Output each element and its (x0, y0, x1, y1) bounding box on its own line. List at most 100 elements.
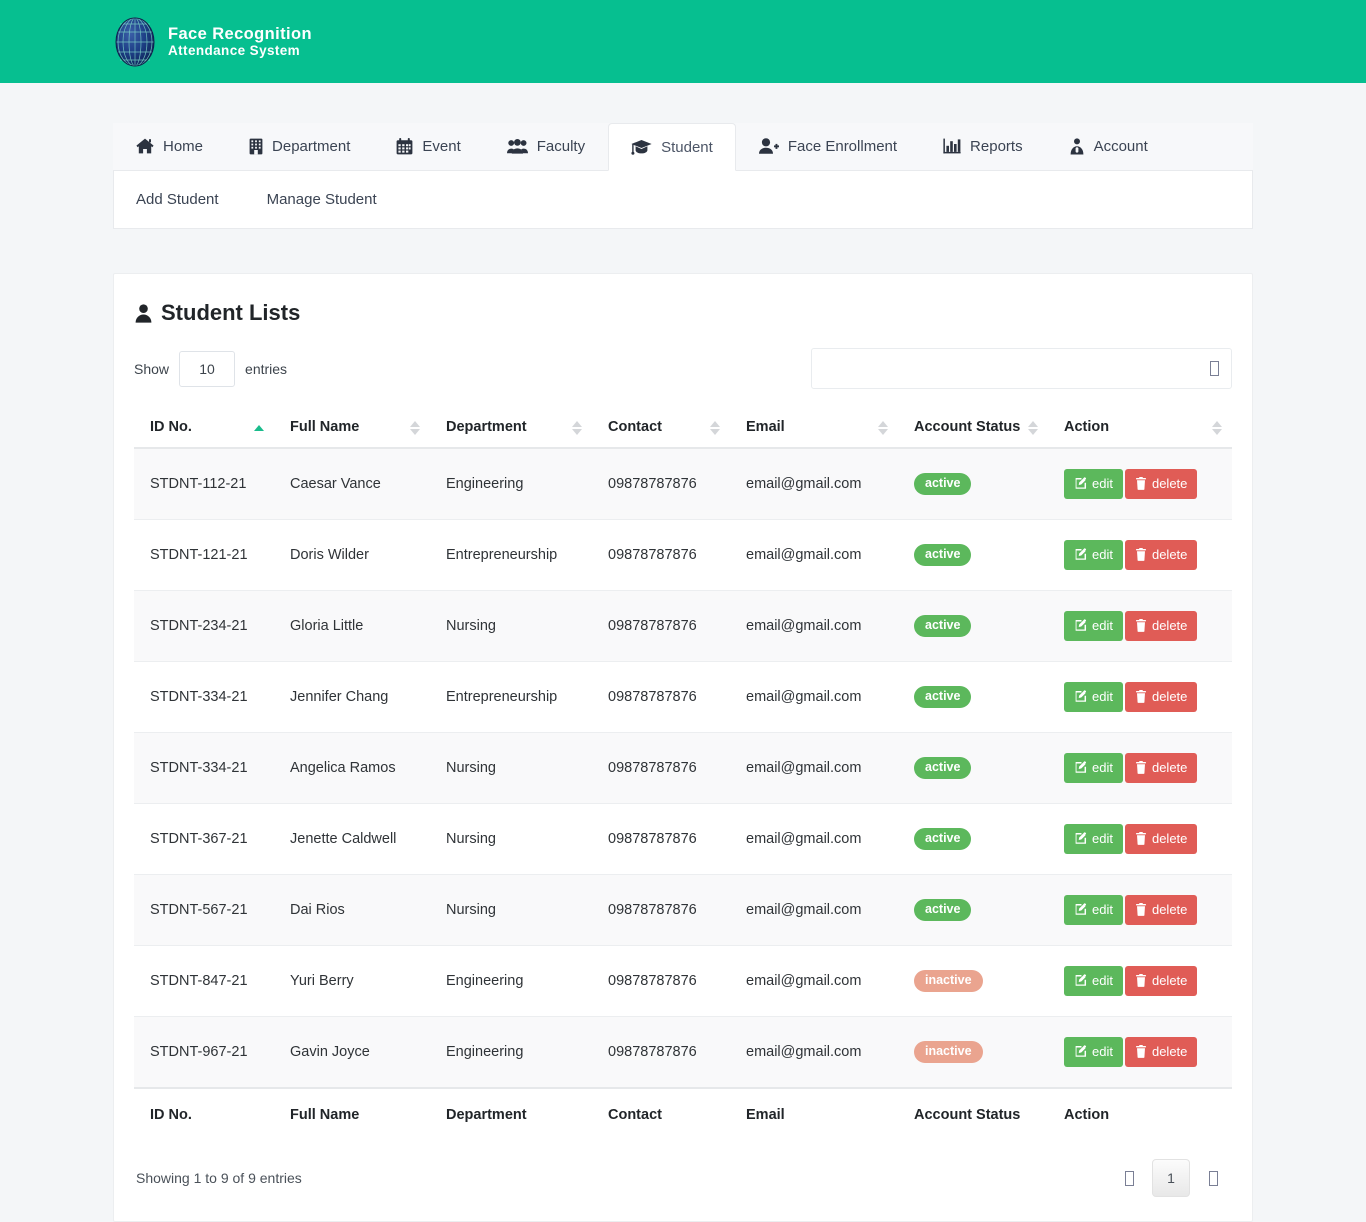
cell-department: Nursing (430, 591, 592, 662)
entries-label: entries (245, 361, 287, 377)
search-input[interactable] (812, 349, 1231, 388)
delete-button-label: delete (1152, 831, 1187, 846)
cell-email: email@gmail.com (730, 520, 898, 591)
cell-department: Nursing (430, 875, 592, 946)
delete-button[interactable]: delete (1125, 469, 1197, 499)
cell-department: Entrepreneurship (430, 520, 592, 591)
navigation: Home Department (0, 83, 1366, 229)
footer-label-department: Department (430, 1088, 592, 1135)
edit-button[interactable]: edit (1064, 966, 1123, 996)
column-header-id-no[interactable]: ID No. (134, 409, 274, 448)
status-badge: active (914, 828, 971, 851)
tab-account[interactable]: Account (1046, 122, 1171, 170)
table-row: STDNT-234-21Gloria LittleNursing09878787… (134, 591, 1232, 662)
trash-icon (1135, 477, 1147, 490)
subnav-add-student[interactable]: Add Student (136, 191, 219, 208)
cell-id-no: STDNT-567-21 (134, 875, 274, 946)
edit-button-label: edit (1092, 476, 1113, 491)
edit-button[interactable]: edit (1064, 469, 1123, 499)
delete-button[interactable]: delete (1125, 611, 1197, 641)
delete-button[interactable]: delete (1125, 1037, 1197, 1067)
column-header-full-name[interactable]: Full Name (274, 409, 430, 448)
edit-button[interactable]: edit (1064, 1037, 1123, 1067)
page-length-input[interactable] (179, 351, 235, 387)
cell-full-name: Angelica Ramos (274, 733, 430, 804)
chevron-left-icon (1125, 1171, 1134, 1186)
tab-faculty[interactable]: Faculty (484, 122, 608, 170)
subnav-manage-student[interactable]: Manage Student (267, 191, 377, 208)
pagination-page-1[interactable]: 1 (1152, 1159, 1190, 1197)
cell-full-name: Doris Wilder (274, 520, 430, 591)
tab-home[interactable]: Home (113, 122, 226, 170)
cell-account-status: active (898, 733, 1048, 804)
edit-button[interactable]: edit (1064, 682, 1123, 712)
column-header-action[interactable]: Action (1048, 409, 1232, 448)
cell-email: email@gmail.com (730, 662, 898, 733)
sort-indicator-icon (1212, 421, 1222, 435)
trash-icon (1135, 690, 1147, 703)
cell-id-no: STDNT-334-21 (134, 662, 274, 733)
calendar-icon (396, 138, 413, 155)
delete-button[interactable]: delete (1125, 895, 1197, 925)
status-badge: active (914, 686, 971, 709)
cell-id-no: STDNT-334-21 (134, 733, 274, 804)
table-footer-row: ID No. Full Name Department Contact Emai… (134, 1088, 1232, 1135)
tab-department[interactable]: Department (226, 122, 373, 170)
tab-department-label: Department (272, 138, 350, 155)
tab-reports[interactable]: Reports (920, 122, 1046, 170)
sort-indicator-icon (710, 421, 720, 435)
footer-label-email: Email (730, 1088, 898, 1135)
pencil-square-icon (1074, 974, 1087, 987)
delete-button[interactable]: delete (1125, 753, 1197, 783)
search-box[interactable] (811, 348, 1232, 389)
pencil-square-icon (1074, 1045, 1087, 1058)
cell-contact: 09878787876 (592, 448, 730, 520)
delete-button-label: delete (1152, 973, 1187, 988)
page-title-text: Student Lists (161, 300, 300, 326)
delete-button[interactable]: delete (1125, 824, 1197, 854)
column-header-department[interactable]: Department (430, 409, 592, 448)
column-header-email[interactable]: Email (730, 409, 898, 448)
cell-action: edit delete (1048, 733, 1232, 804)
delete-button[interactable]: delete (1125, 966, 1197, 996)
column-label-action: Action (1064, 419, 1109, 435)
trash-icon (1135, 832, 1147, 845)
user-icon (135, 304, 152, 323)
edit-button[interactable]: edit (1064, 824, 1123, 854)
edit-button[interactable]: edit (1064, 540, 1123, 570)
status-badge: active (914, 757, 971, 780)
cell-full-name: Dai Rios (274, 875, 430, 946)
edit-button-label: edit (1092, 1044, 1113, 1059)
brand[interactable]: Face Recognition Attendance System (113, 15, 312, 69)
pagination-previous[interactable] (1110, 1159, 1148, 1197)
edit-button[interactable]: edit (1064, 753, 1123, 783)
table-row: STDNT-847-21Yuri BerryEngineering0987878… (134, 946, 1232, 1017)
delete-button-label: delete (1152, 760, 1187, 775)
delete-button[interactable]: delete (1125, 540, 1197, 570)
tab-event[interactable]: Event (373, 122, 483, 170)
tab-face-enrollment[interactable]: Face Enrollment (736, 122, 920, 170)
main-tabs: Home Department (113, 123, 1253, 171)
student-list-card: Student Lists Show entries ID No. Full N… (113, 273, 1253, 1222)
edit-button[interactable]: edit (1064, 895, 1123, 925)
pagination-next[interactable] (1194, 1159, 1232, 1197)
edit-button-label: edit (1092, 831, 1113, 846)
cell-contact: 09878787876 (592, 520, 730, 591)
cell-action: editdelete (1048, 520, 1232, 591)
delete-button[interactable]: delete (1125, 682, 1197, 712)
cell-account-status: active (898, 662, 1048, 733)
column-label-department: Department (446, 419, 527, 435)
cell-action: edit delete (1048, 1017, 1232, 1089)
edit-button[interactable]: edit (1064, 611, 1123, 641)
column-header-contact[interactable]: Contact (592, 409, 730, 448)
globe-icon (113, 15, 157, 69)
tab-student[interactable]: Student (608, 123, 736, 171)
show-label: Show (134, 361, 169, 377)
cell-id-no: STDNT-967-21 (134, 1017, 274, 1089)
column-header-account-status[interactable]: Account Status (898, 409, 1048, 448)
tab-reports-label: Reports (970, 138, 1023, 155)
search-icon (1210, 361, 1219, 376)
edit-button-label: edit (1092, 760, 1113, 775)
cell-account-status: active (898, 448, 1048, 520)
footer-label-account-status: Account Status (898, 1088, 1048, 1135)
